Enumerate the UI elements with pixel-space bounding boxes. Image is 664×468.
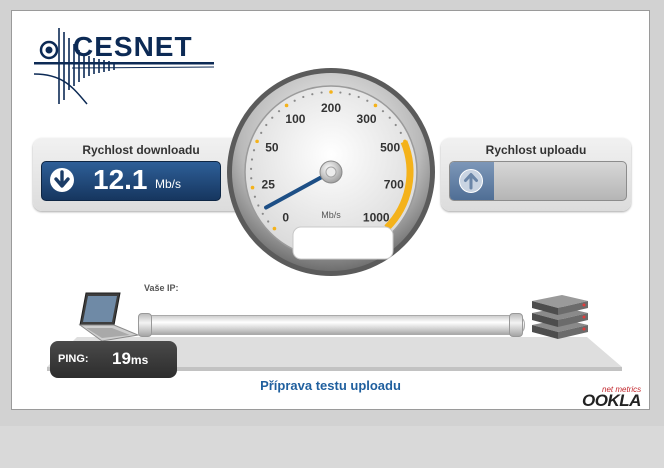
gauge-tick [265,123,268,127]
gauge-tick [284,103,289,108]
gauge-tick [394,123,397,127]
gauge-label: 500 [380,141,400,155]
gauge-tick [253,195,257,198]
gauge-tick [257,204,260,207]
gauge-tick [272,226,277,231]
gauge-tick [249,167,253,170]
gauge-tick [302,95,305,99]
connection-tube [140,315,525,335]
connection-tube-right-cap [509,313,523,337]
speedtest-frame: CESNET Rychlost downloadu 12.1 Mb/s Rych… [11,10,650,410]
gauge-tick [252,149,256,152]
gauge-tick [373,103,378,108]
download-speed-unit: Mb/s [155,177,182,191]
upload-arrow-icon [459,169,483,193]
gauge-tick [250,185,255,190]
gauge-unit: Mb/s [321,210,341,220]
status-text: Příprava testu uploadu [260,378,401,393]
ping-label: PING: [58,353,89,365]
server-icon [532,295,588,339]
upload-title: Rychlost uploadu [485,143,587,157]
gauge-tick [381,110,385,113]
upload-speed-display [449,161,627,201]
gauge-label: 0 [282,210,289,224]
gauge-tick [260,131,263,135]
ping-unit: ms [130,353,149,367]
gauge-tick [388,116,391,119]
gauge-tick [261,212,264,215]
page-bottom-strip [0,426,664,468]
gauge-tick [255,139,259,144]
ookla-logo-text: OOKLA [582,391,641,410]
gauge-label: 1000 [363,210,390,224]
upload-panel: Rychlost uploadu [441,138,631,211]
gauge-tick [293,99,296,102]
gauge-tick [311,93,314,96]
download-speed-value: 12.1 [93,164,148,195]
gauge-tick [357,95,360,99]
gauge-label: 200 [321,101,341,115]
ping-value: 19 [112,349,131,368]
gauge-readout-box [292,226,394,260]
gauge-tick [366,99,369,102]
ip-label: Vaše IP: [144,283,179,293]
gauge-tick [320,91,323,94]
gauge-tick [399,131,402,135]
gauge-tick [339,91,342,94]
upload-icon-area [450,162,494,200]
gauge-label: 25 [262,177,276,191]
gauge-hub-center [325,166,337,178]
gauge-tick [250,158,254,161]
ping-value-group: 19ms [112,349,148,369]
gauge-tick [250,177,253,180]
gauge-tick [329,90,333,94]
cesnet-logo-text: CESNET [73,31,193,62]
gauge-tick [271,116,274,119]
gauge-label: 300 [357,112,377,126]
gauge-tick [277,110,281,113]
download-panel: Rychlost downloadu 12.1 Mb/s [33,138,249,211]
gauge-label: 100 [285,112,305,126]
download-speed-display: 12.1 Mb/s [41,161,221,201]
ping-display: PING: 19ms [50,341,177,378]
download-arrow-icon [50,168,74,192]
download-title: Rychlost downloadu [82,143,200,157]
gauge-tick [267,220,270,223]
gauge-label: 50 [265,141,279,155]
laptop-icon [78,292,140,342]
speed-gauge: 0 25 50 100 200 300 500 700 1000 Mb/s [227,68,435,276]
gauge-label: 700 [384,177,404,191]
gauge-tick [348,93,351,96]
